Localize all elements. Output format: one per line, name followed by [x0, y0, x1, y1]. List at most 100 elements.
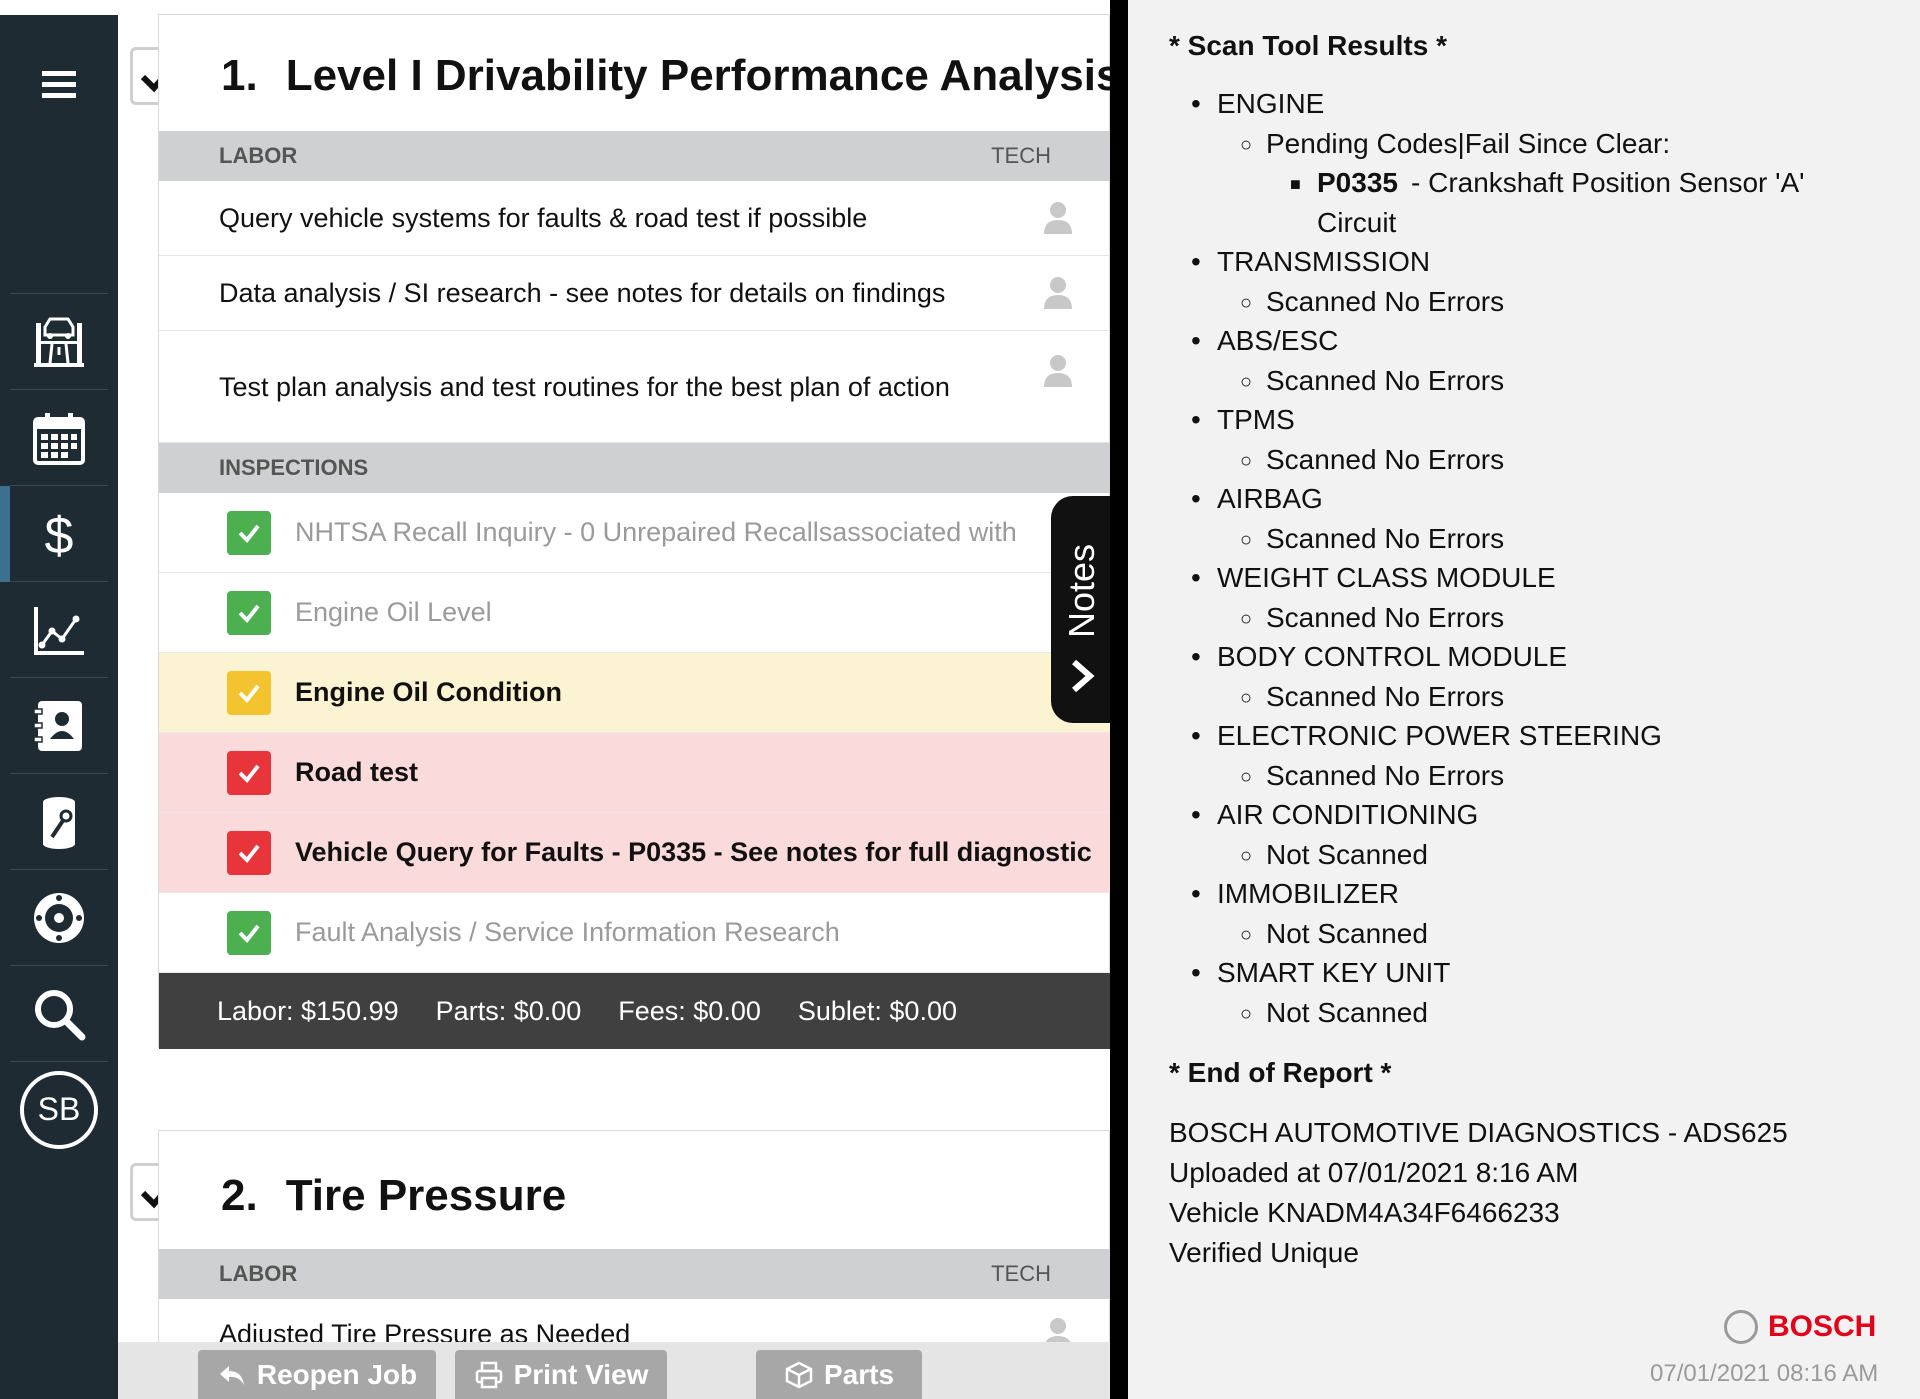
fault-code: P0335: [1317, 167, 1398, 198]
sidebar-item-billing[interactable]: $: [0, 485, 108, 582]
bosch-brand-text: BOSCH: [1768, 1310, 1877, 1343]
sidebar-item-tires[interactable]: [10, 869, 108, 965]
report-end: * End of Report *: [1169, 1057, 1392, 1088]
sidebar-top-strip: [0, 0, 118, 15]
print-view-label: Print View: [513, 1358, 649, 1390]
report-source: BOSCH AUTOMOTIVE DIAGNOSTICS - ADS625: [1169, 1117, 1788, 1148]
tech-avatar-icon[interactable]: [1043, 353, 1073, 389]
parts-total: Parts: $0.00: [435, 995, 582, 1026]
sidebar-item-search[interactable]: [10, 965, 108, 1061]
labor-row[interactable]: Data analysis / SI research - see notes …: [159, 256, 1110, 331]
chevron-right-icon: [1072, 659, 1095, 693]
bullet-circle: ○: [1240, 449, 1253, 472]
report-timestamp: 07/01/2021 08:16 AM: [1650, 1360, 1879, 1387]
system-name: IMMOBILIZER: [1217, 878, 1400, 909]
bullet-disc: •: [1191, 799, 1201, 830]
bosch-logo-icon: [1724, 1310, 1758, 1344]
inspections-header: INSPECTIONS: [159, 443, 1110, 493]
fault-description: - Crankshaft Position Sensor 'A': [1411, 167, 1805, 198]
tech-avatar-icon[interactable]: [1043, 275, 1073, 311]
inspection-label: Road test: [295, 757, 419, 787]
tech-header-label: TECH: [991, 1261, 1051, 1286]
checkmark-icon: [238, 764, 260, 783]
bosch-brand: BOSCH: [1724, 1310, 1876, 1344]
labor-row[interactable]: Query vehicle systems for faults & road …: [159, 181, 1110, 256]
contacts-icon: [33, 700, 82, 751]
inspection-row[interactable]: Fault Analysis / Service Information Res…: [159, 893, 1110, 973]
menu-button[interactable]: [10, 37, 108, 133]
system-status: Not Scanned: [1266, 838, 1428, 870]
sublet-total: Sublet: $0.00: [797, 995, 957, 1026]
inspection-label: Engine Oil Level: [295, 597, 492, 627]
bullet-disc: •: [1191, 483, 1201, 514]
sidebar-item-profile[interactable]: SB: [10, 1061, 108, 1157]
avatar[interactable]: SB: [20, 1070, 98, 1149]
inspection-row[interactable]: Vehicle Query for Faults - P0335 - See n…: [159, 813, 1110, 893]
tech-avatar-icon[interactable]: [1043, 200, 1073, 236]
sidebar-item-customers[interactable]: [10, 677, 108, 773]
labor-total: Labor: $150.99: [217, 995, 399, 1026]
status-check-red[interactable]: [227, 830, 271, 875]
notes-tab-label: Notes: [1061, 543, 1103, 639]
status-check-red[interactable]: [227, 750, 271, 795]
labor-row[interactable]: Test plan analysis and test routines for…: [159, 331, 1110, 443]
bullet-circle: ○: [1240, 291, 1253, 314]
notes-tab[interactable]: Notes: [1051, 496, 1113, 723]
parts-button[interactable]: Parts: [756, 1350, 922, 1399]
labor-description: Data analysis / SI research - see notes …: [219, 278, 946, 308]
system-name: AIR CONDITIONING: [1217, 799, 1479, 830]
sidebar-item-reports[interactable]: [10, 581, 108, 677]
inspection-label: Fault Analysis / Service Information Res…: [295, 917, 840, 947]
job2-number: 2.: [221, 1171, 258, 1220]
reopen-job-label: Reopen Job: [256, 1358, 418, 1390]
tech-header-label: TECH: [991, 143, 1051, 168]
vehicle-lift-icon: [34, 317, 84, 367]
print-view-button[interactable]: Print View: [455, 1350, 667, 1399]
inspection-label: Engine Oil Condition: [295, 677, 562, 707]
status-check-green[interactable]: [227, 910, 271, 955]
bullet-circle: ○: [1240, 528, 1253, 551]
system-name: ELECTRONIC POWER STEERING: [1217, 720, 1662, 751]
job1-title: 1. Level I Drivability Performance Analys…: [221, 51, 1110, 101]
bullet-disc: •: [1191, 720, 1201, 751]
inspections-header-label: INSPECTIONS: [219, 455, 369, 480]
bullet-square: ■: [1290, 174, 1301, 194]
bullet-circle: ○: [1240, 133, 1253, 156]
system-status: Scanned No Errors: [1266, 759, 1505, 791]
box-icon: [785, 1361, 813, 1388]
labor-header-label: LABOR: [219, 1261, 298, 1286]
sidebar-item-parts[interactable]: [10, 773, 108, 869]
inspection-row[interactable]: Road test: [159, 733, 1110, 813]
bullet-circle: ○: [1240, 1002, 1253, 1025]
job2-title: 2. Tire Pressure: [221, 1171, 566, 1221]
reopen-job-button[interactable]: Reopen Job: [198, 1350, 436, 1399]
bullet-disc: •: [1191, 641, 1201, 672]
inspection-row[interactable]: Engine Oil Condition: [159, 653, 1110, 733]
bullet-disc: •: [1191, 878, 1201, 909]
system-status: Scanned No Errors: [1266, 364, 1505, 396]
system-status: Pending Codes|Fail Since Clear:: [1266, 127, 1671, 159]
pane-divider: [1110, 0, 1128, 1399]
fees-total: Fees: $0.00: [618, 995, 761, 1026]
status-check-yellow[interactable]: [227, 670, 271, 715]
labor-header: LABOR TECH: [159, 131, 1110, 181]
printer-icon: [475, 1361, 502, 1388]
system-name: ABS/ESC: [1217, 325, 1339, 356]
status-check-green[interactable]: [227, 510, 271, 555]
sidebar-item-calendar[interactable]: [10, 389, 108, 485]
inspection-row[interactable]: Engine Oil Level: [159, 573, 1110, 653]
bullet-disc: •: [1191, 88, 1201, 119]
menu-icon: [42, 71, 76, 98]
labor-header: LABOR TECH: [159, 1249, 1110, 1299]
inspection-row[interactable]: NHTSA Recall Inquiry - 0 Unrepaired Reca…: [159, 493, 1110, 573]
chart-icon: [34, 606, 84, 655]
svg-text:$: $: [45, 507, 74, 563]
system-name: AIRBAG: [1217, 483, 1323, 514]
parts-label: Parts: [823, 1358, 895, 1390]
sidebar-item-shop[interactable]: [10, 293, 108, 389]
checkmark-icon: [238, 684, 260, 703]
reply-arrow-icon: [219, 1365, 244, 1385]
checkmark-icon: [238, 524, 260, 543]
tire-icon: [34, 892, 84, 943]
status-check-green[interactable]: [227, 590, 271, 635]
